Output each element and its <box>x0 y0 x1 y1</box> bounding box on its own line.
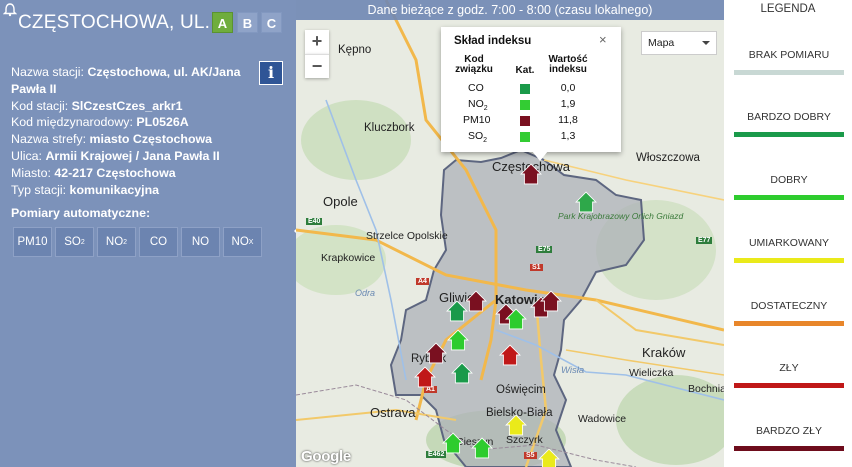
chevron-down-icon <box>702 41 710 45</box>
legend-swatch <box>734 132 844 137</box>
station-marker[interactable] <box>575 191 597 213</box>
col-value-header: Wartość indeksu <box>548 54 588 75</box>
legend-label: BARDZO DOBRY <box>747 111 831 123</box>
popup-pointer <box>532 151 548 161</box>
measure-nox-button[interactable]: NO X <box>223 227 262 257</box>
station-name-label: Nazwa stacji: <box>11 65 84 79</box>
legend-label: DOBRY <box>770 174 808 186</box>
legend-label: BRAK POMIARU <box>748 49 830 61</box>
map-type-value: Mapa <box>648 37 675 49</box>
legend-item: UMIARKOWANY <box>734 237 844 263</box>
station-title: CZĘSTOCHOWA, UL. ... <box>18 12 233 33</box>
measure-co-button[interactable]: CO <box>139 227 178 257</box>
station-name-row: Nazwa stacji: Częstochowa, ul. AK/Jana P… <box>11 64 261 98</box>
legend-title: LEGENDA <box>760 3 816 15</box>
type-value: komunikacyjna <box>69 182 160 197</box>
station-marker[interactable] <box>499 344 521 366</box>
legend-item: ZŁY <box>734 362 844 388</box>
station-marker[interactable] <box>471 437 493 459</box>
station-marker[interactable] <box>465 290 487 312</box>
legend-swatch <box>734 446 844 451</box>
index-value: 1,9 <box>560 98 576 110</box>
legend-label: DOSTATECZNY <box>750 300 828 312</box>
zone-label: Nazwa strefy: <box>11 132 87 147</box>
tab-b[interactable]: B <box>237 12 258 33</box>
station-marker[interactable] <box>540 290 562 312</box>
zone-row: Nazwa strefy: miasto Częstochowa <box>11 131 261 148</box>
station-marker[interactable] <box>414 366 436 388</box>
station-marker[interactable] <box>451 362 473 384</box>
category-swatch <box>520 132 530 142</box>
intl-code-row: Kod międzynarodowy: PL0526A <box>11 114 261 131</box>
legend-swatch <box>734 383 844 388</box>
index-popup: Skład indeksu × Kod związku Kat. Wartość… <box>441 27 621 152</box>
legend-item: BARDZO DOBRY <box>734 111 844 137</box>
legend-swatch <box>734 258 844 263</box>
index-value: 11,8 <box>558 114 578 126</box>
zone-value: miasto Częstochowa <box>89 132 213 147</box>
legend-item: DOSTATECZNY <box>734 300 844 326</box>
zoom-in-button[interactable]: + <box>305 30 329 54</box>
legend-item: BRAK POMIARU <box>734 49 844 75</box>
intl-code-value: PL0526A <box>136 115 189 130</box>
measurements-title: Pomiary automatyczne: <box>11 206 151 220</box>
measure-so2-button[interactable]: SO 2 <box>55 227 94 257</box>
street-row: Ulica: Armii Krajowej / Jana Pawła II <box>11 148 261 165</box>
legend-swatch <box>734 195 844 200</box>
legend-item: BARDZO ZŁY <box>734 425 844 451</box>
popup-title: Skład indeksu <box>454 35 532 47</box>
city-label: Miasto: <box>11 165 51 180</box>
measure-no2-button[interactable]: NO 2 <box>97 227 136 257</box>
bell-icon[interactable] <box>3 3 17 17</box>
col-cat-header: Kat. <box>515 65 535 76</box>
station-code-value: SlCzestCzes_arkr1 <box>71 98 183 113</box>
street-label: Ulica: <box>11 148 42 163</box>
legend-label: BARDZO ZŁY <box>756 425 822 437</box>
station-marker[interactable] <box>442 432 464 454</box>
index-value: 0,0 <box>560 82 576 94</box>
city-row: Miasto: 42-217 Częstochowa <box>11 165 261 182</box>
legend-label: ZŁY <box>779 362 799 374</box>
tab-c[interactable]: C <box>261 12 282 33</box>
station-marker[interactable] <box>425 342 447 364</box>
station-marker[interactable] <box>520 163 542 185</box>
legend-item: DOBRY <box>734 174 844 200</box>
type-label: Typ stacji: <box>11 182 67 197</box>
intl-code-label: Kod międzynarodowy: <box>11 115 133 130</box>
measure-no-button[interactable]: NO <box>181 227 220 257</box>
tab-a[interactable]: A <box>212 12 233 33</box>
station-details: Nazwa stacji: Częstochowa, ul. AK/Jana P… <box>11 64 261 198</box>
pollutant-code: CO <box>468 82 484 94</box>
legend-label: UMIARKOWANY <box>748 237 830 249</box>
type-row: Typ stacji: komunikacyjna <box>11 182 261 199</box>
station-code-label: Kod stacji: <box>11 98 69 113</box>
station-code-row: Kod stacji: SlCzestCzes_arkr1 <box>11 98 261 115</box>
category-swatch <box>520 116 530 126</box>
pollutant-code: PM10 <box>463 114 491 126</box>
google-logo: Google <box>301 448 351 465</box>
legend-panel: LEGENDA BRAK POMIARU BARDZO DOBRY DOBRY … <box>724 0 852 467</box>
pollutant-code: SO2 <box>468 130 488 145</box>
street-value: Armii Krajowej / Jana Pawła II <box>45 148 220 163</box>
legend-swatch <box>734 70 844 75</box>
pollutant-code: NO2 <box>468 98 488 113</box>
station-panel: CZĘSTOCHOWA, UL. ... A B C Nazwa stacji:… <box>0 0 296 467</box>
index-value: 1,3 <box>560 130 576 142</box>
map[interactable]: Dane bieżące z godz. 7:00 - 8:00 (czasu … <box>296 0 724 467</box>
city-value: 42-217 Częstochowa <box>54 165 176 180</box>
info-button[interactable]: i <box>259 61 283 85</box>
close-icon[interactable]: × <box>599 32 607 47</box>
legend-swatch <box>734 321 844 326</box>
col-code-header: Kod związku <box>455 54 493 75</box>
measurement-buttons: PM10 SO 2 NO 2 CO NO NO X <box>13 227 262 257</box>
station-marker[interactable] <box>446 300 468 322</box>
category-swatch <box>520 100 530 110</box>
station-marker[interactable] <box>447 329 469 351</box>
measure-pm10-button[interactable]: PM10 <box>13 227 52 257</box>
zoom-out-button[interactable]: − <box>305 54 329 78</box>
station-marker[interactable] <box>538 448 560 467</box>
category-swatch <box>520 84 530 94</box>
station-marker[interactable] <box>505 414 527 436</box>
map-type-select[interactable]: Mapa <box>641 31 717 55</box>
